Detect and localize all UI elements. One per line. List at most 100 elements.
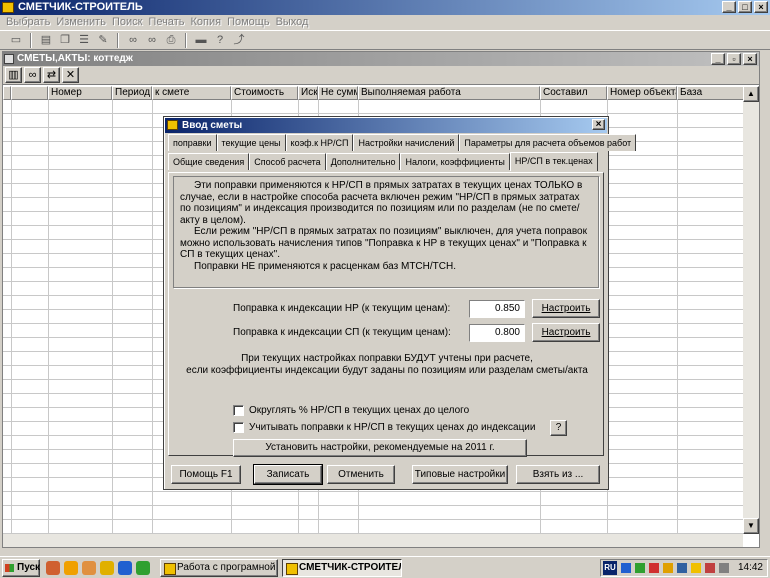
tab-calc-method[interactable]: Способ расчета <box>249 153 326 170</box>
vertical-scrollbar[interactable]: ▲ ▼ <box>743 86 759 534</box>
print-icon[interactable]: ⎙ <box>163 33 179 48</box>
estimates-window-title-bar: СМЕТЫ,АКТЫ: коттедж _ ▫ × <box>3 52 759 66</box>
nr-correction-input[interactable]: 0.850 <box>469 300 525 318</box>
copy-icon[interactable]: ❐ <box>57 33 73 48</box>
exit-icon[interactable]: ⤴ <box>231 33 247 48</box>
tab-accrual-settings[interactable]: Настройки начислений <box>353 134 460 151</box>
menu-item-select[interactable]: Выбрать <box>3 15 53 30</box>
binoculars-next-icon[interactable]: ∞ <box>144 33 160 48</box>
col-header-excl[interactable]: Иск. <box>298 86 318 100</box>
menu-item-search[interactable]: Поиск <box>109 15 145 30</box>
round-percent-label: Округлять % НР/СП в текущих ценах до цел… <box>249 405 470 416</box>
col-header-author[interactable]: Составил <box>540 86 607 100</box>
quicklaunch-app-icon[interactable] <box>46 561 60 575</box>
col-header-number[interactable]: Номер <box>48 86 112 100</box>
menu-item-copy[interactable]: Копия <box>187 15 224 30</box>
refresh-icon[interactable]: ⇄ <box>43 67 60 83</box>
nr-setup-button[interactable]: Настроить <box>532 299 600 318</box>
help-f1-button[interactable]: Помощь F1 <box>171 465 241 484</box>
col-header-no-sum[interactable]: Не сумм <box>318 86 358 100</box>
start-button[interactable]: Пуск <box>2 559 40 577</box>
quicklaunch-firefox-icon[interactable] <box>64 561 78 575</box>
take-from-button[interactable]: Взять из ... <box>516 465 600 484</box>
language-indicator[interactable]: RU <box>603 561 617 575</box>
tab-corrections[interactable]: поправки <box>168 134 217 151</box>
horizontal-scrollbar[interactable] <box>3 534 743 547</box>
monitor-icon[interactable]: ▬ <box>193 33 209 48</box>
menu-item-edit[interactable]: Изменить <box>53 15 109 30</box>
menu-item-print[interactable]: Печать <box>145 15 187 30</box>
recommended-settings-button[interactable]: Установить настройки, рекомендуемые на 2… <box>233 439 527 457</box>
volume-icon[interactable] <box>719 563 729 573</box>
scroll-up-icon[interactable]: ▲ <box>743 86 759 102</box>
col-header-base[interactable]: База <box>677 86 753 100</box>
tab-nr-sp-current[interactable]: НР/СП в тек.ценах <box>509 152 598 171</box>
app-icon <box>2 2 14 13</box>
menu-item-help[interactable]: Помощь <box>224 15 273 30</box>
apply-before-index-checkbox-row[interactable]: Учитывать поправки к НР/СП в текущих цен… <box>233 422 535 433</box>
maximize-icon[interactable]: □ <box>738 1 752 13</box>
save-button[interactable]: Записать <box>253 464 323 485</box>
round-percent-checkbox-row[interactable]: Округлять % НР/СП в текущих ценах до цел… <box>233 405 469 416</box>
grid-line <box>152 100 153 536</box>
tab-current-prices[interactable]: текущие цены <box>216 134 286 151</box>
quicklaunch-folder-icon[interactable] <box>82 561 96 575</box>
grid-header: Номер Период к смете Стоимость Иск. Не с… <box>3 86 753 100</box>
apply-before-index-label: Учитывать поправки к НР/СП в текущих цен… <box>249 422 536 433</box>
menu-item-exit[interactable]: Выход <box>273 15 312 30</box>
col-header-work[interactable]: Выполняемая работа <box>358 86 540 100</box>
building-icon[interactable]: ▥ <box>5 67 22 83</box>
status-note-line1: При текущих настройках поправки БУДУТ уч… <box>241 353 533 364</box>
binoculars-icon[interactable]: ∞ <box>125 33 141 48</box>
delete-icon[interactable]: ✕ <box>62 67 79 83</box>
taskbar-item-smetchik[interactable]: СМЕТЧИК-СТРОИТЕЛЬ <box>282 559 402 577</box>
grid-line <box>48 100 49 536</box>
tray-app-icon[interactable] <box>677 563 687 573</box>
document-icon[interactable]: ▤ <box>38 33 54 48</box>
close-icon[interactable]: × <box>743 53 757 65</box>
restore-icon[interactable]: ▫ <box>727 53 741 65</box>
col-header-object-number[interactable]: Номер объекта <box>607 86 677 100</box>
round-percent-checkbox[interactable] <box>233 405 244 416</box>
tab-row-1: поправки текущие цены коэф.к НР/СП Настр… <box>168 134 637 151</box>
taskbar-item-browser[interactable]: Работа с програмной "Г... <box>160 559 278 577</box>
edit-icon[interactable]: ✎ <box>95 33 111 48</box>
tab-taxes-coefs[interactable]: Налоги, коэффициенты <box>400 153 510 170</box>
close-icon[interactable]: × <box>592 119 605 130</box>
clock[interactable]: 14:42 <box>738 560 763 576</box>
network-icon[interactable] <box>621 563 631 573</box>
taskbar: Пуск Работа с програмной "Г... СМЕТЧИК-С… <box>0 556 770 578</box>
typical-settings-button[interactable]: Типовые настройки <box>412 465 508 484</box>
quicklaunch-settings-icon[interactable] <box>100 561 114 575</box>
minimize-icon[interactable]: _ <box>722 1 736 13</box>
toolbar-separator <box>185 32 187 48</box>
info-paragraph: Эти поправки применяются к НР/СП в прямы… <box>180 180 583 226</box>
apply-before-index-checkbox[interactable] <box>233 422 244 433</box>
tray-app-icon[interactable] <box>635 563 645 573</box>
quicklaunch-ie-icon[interactable] <box>118 561 132 575</box>
tab-coef-nr-sp[interactable]: коэф.к НР/СП <box>285 134 354 151</box>
help-icon[interactable]: ? <box>212 33 228 48</box>
list-icon[interactable]: ☰ <box>76 33 92 48</box>
tray-app-icon[interactable] <box>691 563 701 573</box>
cancel-button[interactable]: Отменить <box>327 465 395 484</box>
sp-setup-button[interactable]: Настроить <box>532 323 600 342</box>
binoculars-icon[interactable]: ∞ <box>24 67 41 83</box>
open-folder-icon[interactable]: ▭ <box>8 33 24 48</box>
question-help-button[interactable]: ? <box>550 420 567 436</box>
tab-general[interactable]: Общие сведения <box>168 153 250 170</box>
quicklaunch-skype-icon[interactable] <box>136 561 150 575</box>
tab-volume-params[interactable]: Параметры для расчета объемов работ <box>459 134 637 151</box>
col-header-to-estimate[interactable]: к смете <box>152 86 231 100</box>
minimize-icon[interactable]: _ <box>711 53 725 65</box>
tab-additional[interactable]: Дополнительно <box>325 153 401 170</box>
scroll-down-icon[interactable]: ▼ <box>743 518 759 534</box>
col-header-period[interactable]: Период <box>112 86 152 100</box>
sp-correction-input[interactable]: 0.800 <box>469 324 525 342</box>
tray-app-icon[interactable] <box>663 563 673 573</box>
close-icon[interactable]: × <box>754 1 768 13</box>
info-paragraph: Если режим "НР/СП в прямых затратах по п… <box>180 226 587 260</box>
antivirus-icon[interactable] <box>649 563 659 573</box>
col-header-cost[interactable]: Стоимость <box>231 86 298 100</box>
tray-app-icon[interactable] <box>705 563 715 573</box>
